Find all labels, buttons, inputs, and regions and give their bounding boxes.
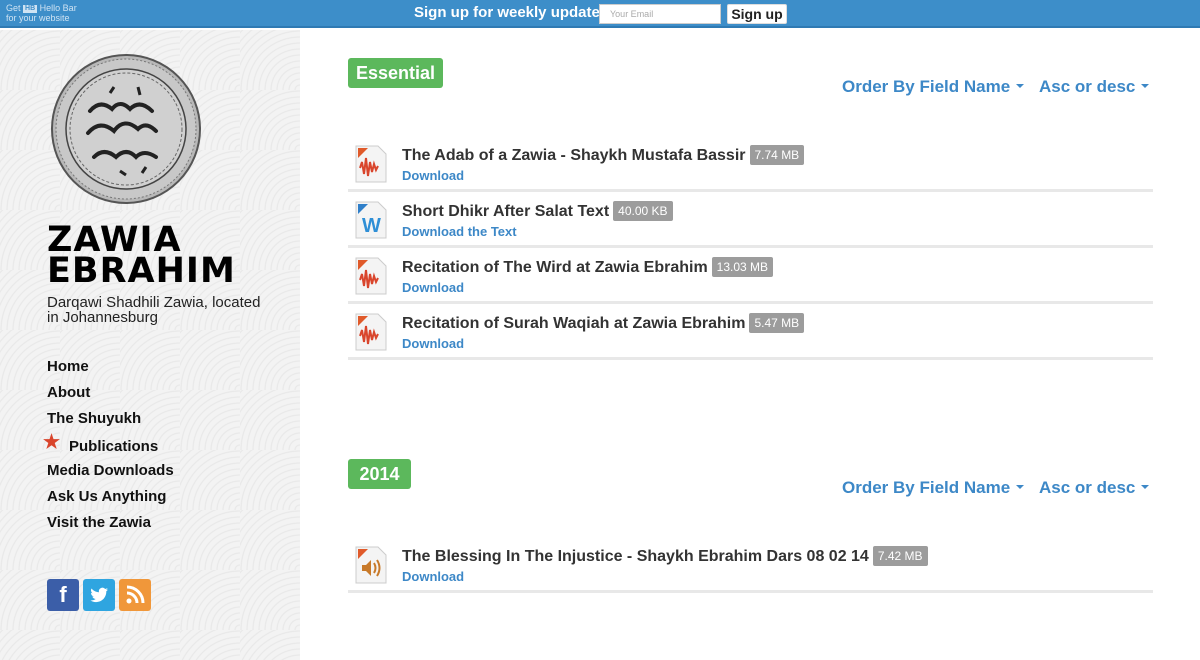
- sidebar: ZAWIA EBRAHIM Darqawi Shadhili Zawia, lo…: [0, 30, 300, 660]
- file-title-text: The Blessing In The Injustice - Shaykh E…: [402, 548, 869, 565]
- file-title[interactable]: Recitation of Surah Waqiah at Zawia Ebra…: [402, 313, 805, 333]
- file-title[interactable]: The Blessing In The Injustice - Shaykh E…: [402, 546, 928, 566]
- hello-bar: Get HB Hello Bar for your website Sign u…: [0, 0, 1200, 28]
- hellobar-logo-icon: HB: [23, 5, 38, 13]
- file-title-text: Recitation of The Wird at Zawia Ebrahim: [402, 259, 708, 276]
- rss-icon[interactable]: [119, 579, 151, 611]
- nav-item-label: Publications: [69, 438, 159, 455]
- nav-item-media-downloads[interactable]: Media Downloads: [47, 462, 174, 488]
- nav-item-about[interactable]: About: [47, 384, 174, 410]
- nav-item-publications[interactable]: ★ Publications: [43, 433, 174, 462]
- section-badge-essential: Essential: [348, 58, 443, 88]
- svg-text:W: W: [362, 215, 381, 237]
- hellobar-brand-line2: for your website: [6, 13, 70, 23]
- download-link[interactable]: Download: [402, 168, 464, 183]
- site-title[interactable]: ZAWIA EBRAHIM: [47, 223, 236, 291]
- audio-file-icon: [355, 257, 387, 295]
- speaker-file-icon: [355, 546, 387, 584]
- list-item: W Short Dhikr After Salat Text 40.00 KB D…: [348, 192, 1153, 248]
- nav-item-ask-us[interactable]: Ask Us Anything: [47, 488, 174, 514]
- facebook-icon[interactable]: f: [47, 579, 79, 611]
- order-by-label: Order By Field Name: [842, 77, 1011, 96]
- caret-down-icon: [1016, 84, 1025, 88]
- nav-item-shuyukh[interactable]: The Shuyukh: [47, 410, 174, 436]
- word-file-icon: W: [355, 201, 387, 239]
- file-title[interactable]: Short Dhikr After Salat Text 40.00 KB: [402, 201, 673, 221]
- list-item: The Blessing In The Injustice - Shaykh E…: [348, 537, 1153, 593]
- file-size-badge: 7.42 MB: [872, 546, 928, 566]
- order-by-label: Order By Field Name: [842, 478, 1011, 497]
- audio-file-icon: [355, 145, 387, 183]
- hellobar-brand-post: Hello Bar: [39, 3, 77, 13]
- file-title-text: Short Dhikr After Salat Text: [402, 203, 610, 220]
- list-item: Recitation of Surah Waqiah at Zawia Ebra…: [348, 304, 1153, 360]
- email-input[interactable]: [599, 4, 721, 24]
- download-link[interactable]: Download: [402, 569, 464, 584]
- audio-file-icon: [355, 313, 387, 351]
- caret-down-icon: [1141, 485, 1150, 489]
- site-description: Darqawi Shadhili Zawia, located in Johan…: [47, 294, 261, 326]
- caret-down-icon: [1016, 485, 1025, 489]
- hellobar-brand-pre: Get: [6, 3, 21, 13]
- file-title-text: Recitation of Surah Waqiah at Zawia Ebra…: [402, 315, 746, 332]
- download-link[interactable]: Download the Text: [402, 224, 517, 239]
- star-icon: ★: [43, 432, 61, 453]
- sort-direction-dropdown[interactable]: Asc or desc: [1039, 478, 1150, 498]
- file-size-badge: 5.47 MB: [749, 313, 805, 333]
- nav-item-home[interactable]: Home: [47, 358, 174, 384]
- caret-down-icon: [1141, 84, 1150, 88]
- file-size-badge: 7.74 MB: [749, 145, 805, 165]
- order-by-dropdown[interactable]: Order By Field Name: [842, 77, 1025, 97]
- download-link[interactable]: Download: [402, 336, 464, 351]
- site-title-line2: EBRAHIM: [47, 251, 236, 291]
- main-nav: Home About The Shuyukh ★ Publications Me…: [43, 358, 174, 540]
- sort-direction-label: Asc or desc: [1039, 478, 1136, 497]
- file-list-essential: The Adab of a Zawia - Shaykh Mustafa Bas…: [348, 136, 1153, 360]
- section-badge-2014: 2014: [348, 459, 411, 489]
- sort-direction-dropdown[interactable]: Asc or desc: [1039, 77, 1150, 97]
- hellobar-brand-link[interactable]: Get HB Hello Bar for your website: [6, 3, 77, 23]
- file-title-text: The Adab of a Zawia - Shaykh Mustafa Bas…: [402, 147, 746, 164]
- list-item: Recitation of The Wird at Zawia Ebrahim 1…: [348, 248, 1153, 304]
- file-list-2014: The Blessing In The Injustice - Shaykh E…: [348, 537, 1153, 593]
- seal-logo[interactable]: [50, 53, 202, 205]
- nav-item-visit[interactable]: Visit the Zawia: [47, 514, 174, 540]
- download-link[interactable]: Download: [402, 280, 464, 295]
- hellobar-text: Sign up for weekly updates:: [414, 4, 614, 21]
- file-title[interactable]: The Adab of a Zawia - Shaykh Mustafa Bas…: [402, 145, 805, 165]
- file-title[interactable]: Recitation of The Wird at Zawia Ebrahim 1…: [402, 257, 774, 277]
- file-size-badge: 40.00 KB: [613, 201, 673, 221]
- order-by-dropdown[interactable]: Order By Field Name: [842, 478, 1025, 498]
- file-size-badge: 13.03 MB: [711, 257, 774, 277]
- signup-button[interactable]: Sign up: [727, 4, 787, 24]
- list-item: The Adab of a Zawia - Shaykh Mustafa Bas…: [348, 136, 1153, 192]
- twitter-icon[interactable]: [83, 579, 115, 611]
- sort-direction-label: Asc or desc: [1039, 77, 1136, 96]
